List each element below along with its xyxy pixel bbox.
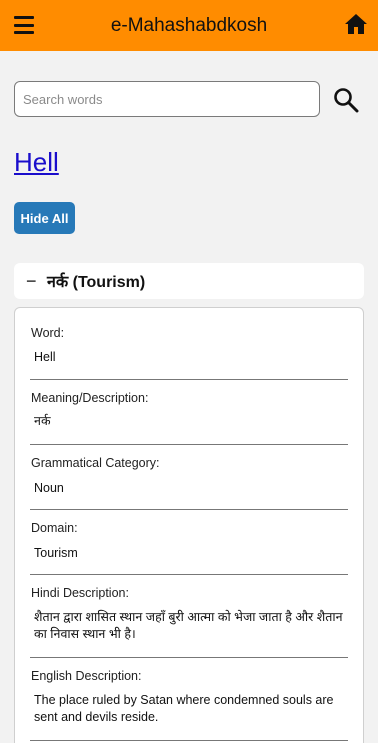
hindi-description-field: Hindi Description: शैतान द्वारा शासित स्… (30, 575, 348, 658)
hindi-description-label: Hindi Description: (31, 586, 129, 600)
grammatical-category-label: Grammatical Category: (31, 456, 160, 470)
meaning-accordion-header[interactable]: − नर्क (Tourism) (14, 263, 364, 299)
search-bar (14, 81, 359, 117)
meaning-field-label: Meaning/Description: (31, 391, 149, 405)
word-title-link[interactable]: Hell (14, 147, 59, 178)
hindi-description-value: शैतान द्वारा शासित स्थान जहाँ बुरी आत्मा… (34, 610, 343, 641)
accordion-label: नर्क (Tourism) (47, 274, 146, 291)
meaning-field: Meaning/Description: नर्क (30, 380, 348, 445)
home-icon[interactable] (344, 13, 368, 35)
search-input[interactable] (14, 81, 320, 117)
meaning-field-value: नर्क (34, 414, 51, 428)
english-description-field: English Description: The place ruled by … (30, 658, 348, 741)
domain-field: Domain: Tourism (30, 510, 348, 575)
app-screen: e-Mahashabdkosh Hell Hide All − नर्क (To… (0, 0, 378, 743)
collapse-icon: − (26, 270, 37, 291)
app-title: e-Mahashabdkosh (110, 14, 268, 36)
hamburger-menu-icon[interactable] (14, 16, 34, 34)
domain-field-value: Tourism (34, 546, 78, 560)
word-field-value: Hell (34, 350, 56, 364)
search-icon[interactable] (333, 87, 359, 113)
word-field-label: Word: (31, 326, 65, 340)
english-description-label: English Description: (31, 669, 142, 683)
grammatical-category-value: Noun (34, 481, 64, 495)
meaning-details-card: Word: Hell Meaning/Description: नर्क Gra… (14, 307, 364, 743)
app-header: e-Mahashabdkosh (0, 0, 378, 51)
domain-field-label: Domain: (31, 521, 78, 535)
word-field: Word: Hell (30, 308, 348, 380)
grammatical-category-field: Grammatical Category: Noun (30, 445, 348, 510)
hide-all-button[interactable]: Hide All (14, 202, 75, 234)
english-description-value: The place ruled by Satan where condemned… (34, 693, 334, 724)
